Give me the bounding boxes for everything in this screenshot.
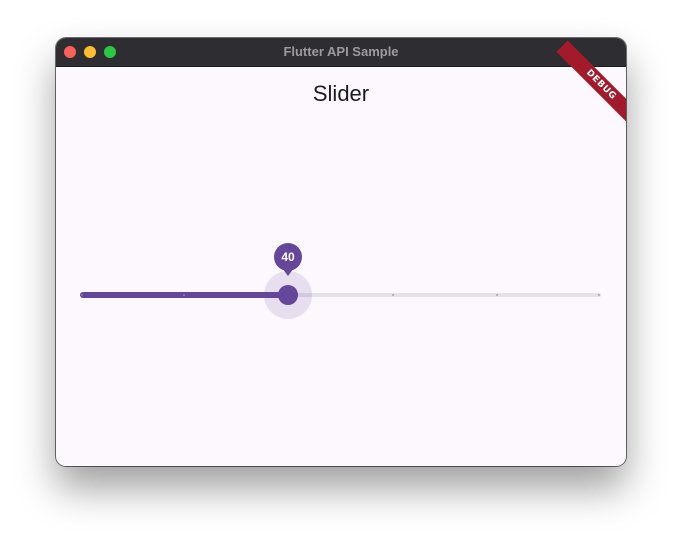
value-slider[interactable]: 40 [80,243,601,327]
window-title: Flutter API Sample [283,44,399,59]
app-window: Flutter API Sample Slider DEBUG 40 [56,38,626,466]
slider-tick-mark [392,294,394,296]
value-indicator: 40 [274,243,302,271]
app-content: Slider DEBUG 40 [56,40,626,466]
slider-tick-mark [81,294,83,296]
slider-tick-mark [183,294,185,296]
page-title: Slider [312,81,370,106]
title-bar[interactable]: Flutter API Sample [56,38,626,67]
slider-thumb[interactable] [278,285,298,305]
slider-tick-mark [496,294,498,296]
slider-tick-mark [598,294,600,296]
